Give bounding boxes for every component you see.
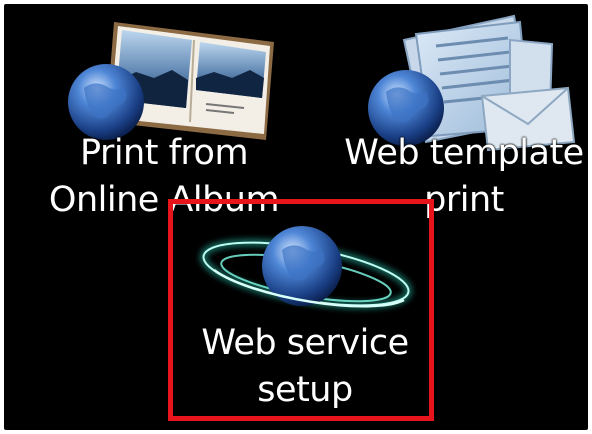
- web-template-print-button[interactable]: Web template print: [344, 12, 584, 222]
- tile-label: Web service setup: [174, 320, 436, 414]
- label-line-1: Web service: [201, 323, 409, 363]
- printer-lcd-screen: Print from Online Album Web template pri…: [4, 4, 588, 430]
- printer-display-frame: Print from Online Album Web template pri…: [0, 0, 592, 434]
- label-line-1: Print from: [79, 133, 249, 173]
- globe-orbit-icon: [199, 226, 413, 310]
- label-line-1: Web template: [344, 133, 584, 173]
- web-service-setup-button[interactable]: Web service setup: [174, 204, 436, 420]
- print-from-online-album-button[interactable]: Print from Online Album: [44, 12, 284, 222]
- label-line-2: setup: [257, 370, 353, 410]
